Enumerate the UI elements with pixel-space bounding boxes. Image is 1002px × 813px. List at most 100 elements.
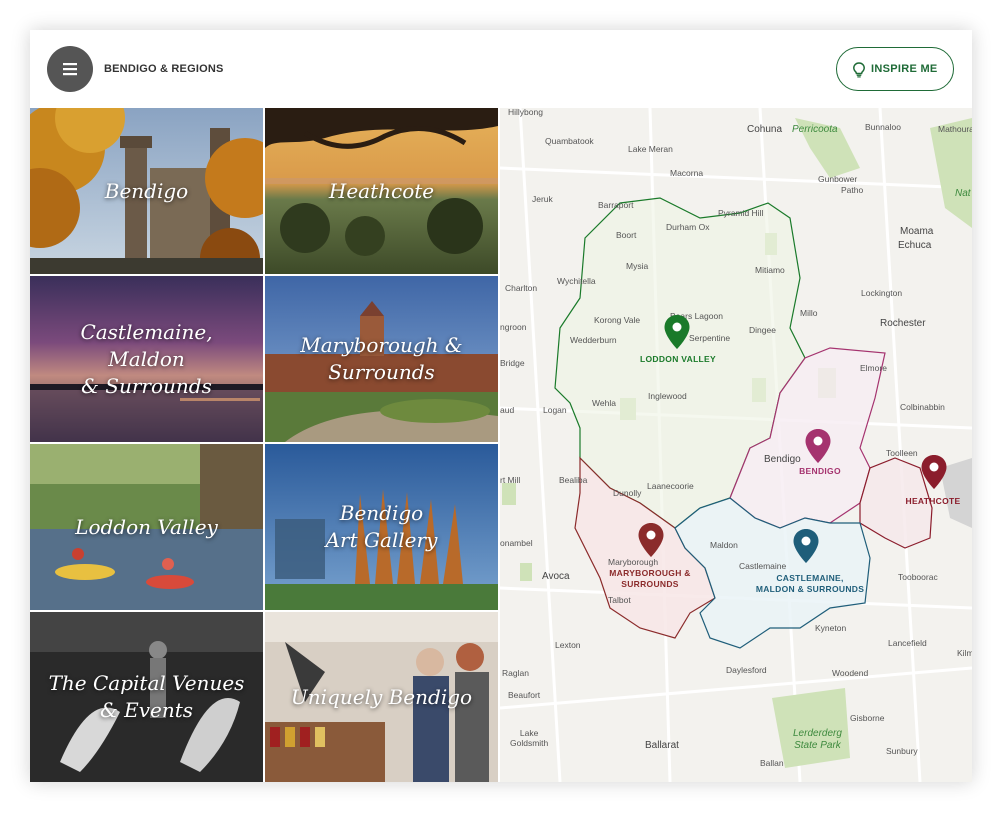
town-label: Daylesford: [726, 665, 767, 675]
hamburger-menu-icon: [63, 63, 77, 76]
town-label: Durham Ox: [666, 222, 710, 232]
town-label: Avoca: [542, 571, 570, 582]
town-label: Bealiba: [559, 475, 588, 485]
tile-maryborough[interactable]: Maryborough & Surrounds: [265, 276, 498, 442]
region-label-heathcote[interactable]: HEATHCOTE: [898, 496, 968, 507]
town-label: Castlemaine: [739, 561, 787, 571]
town-label: Kilm: [957, 648, 972, 658]
town-label: Quambatook: [545, 136, 594, 146]
map-pin-icon[interactable]: [637, 522, 665, 558]
tile-castlemaine[interactable]: Castlemaine, Maldon & Surrounds: [30, 276, 263, 442]
tile-art-gallery-label: Bendigo Art Gallery: [325, 501, 438, 552]
town-label: Talbot: [608, 595, 631, 605]
town-label: Laanecoorie: [647, 481, 694, 491]
town-label: Mysia: [626, 261, 649, 271]
town-label: Lexton: [555, 640, 581, 650]
town-label: Wehla: [592, 398, 616, 408]
town-label: Logan: [543, 405, 567, 415]
town-label: Woodend: [832, 668, 869, 678]
town-label: Dingee: [749, 325, 776, 335]
tile-art-gallery[interactable]: Bendigo Art Gallery: [265, 444, 498, 610]
tile-castlemaine-label: Castlemaine, Maldon & Surrounds: [80, 319, 213, 398]
map-pin-icon[interactable]: [663, 314, 691, 350]
town-label: Boort: [616, 230, 637, 240]
town-label: Dunolly: [613, 488, 642, 498]
town-label: Ballan: [760, 758, 784, 768]
park-label: Perricoota: [792, 124, 838, 135]
tile-uniquely-bendigo[interactable]: Uniquely Bendigo: [265, 612, 498, 782]
town-label: onambel: [500, 538, 533, 548]
town-label: Kyneton: [815, 623, 847, 633]
town-label: Raglan: [502, 668, 529, 678]
tile-capital-venues-label: The Capital Venues & Events: [48, 671, 245, 722]
menu-button[interactable]: [47, 46, 93, 92]
region-label-castlemaine[interactable]: CASTLEMAINE, MALDON & SURROUNDS: [746, 573, 874, 595]
town-label: Elmore: [860, 363, 887, 373]
town-label: Moama: [900, 226, 934, 237]
town-label: Jeruk: [532, 194, 553, 204]
town-label: Gisborne: [850, 713, 885, 723]
tile-heathcote-label: Heathcote: [328, 178, 435, 203]
town-label: Serpentine: [689, 333, 731, 343]
app-frame: BENDIGO & REGIONS INSPIRE ME Bendigo Hea…: [30, 30, 972, 782]
tile-heathcote[interactable]: Heathcote: [265, 108, 498, 274]
tile-bendigo[interactable]: Bendigo: [30, 108, 263, 274]
top-bar: BENDIGO & REGIONS INSPIRE ME: [30, 30, 972, 108]
town-label: Hillybong: [508, 108, 543, 117]
town-label: Mathoura: [938, 124, 972, 134]
town-label: Mitiamo: [755, 265, 785, 275]
town-label: Sunbury: [886, 746, 918, 756]
town-label: Korong Vale: [594, 315, 641, 325]
town-label: Barraport: [598, 200, 634, 210]
town-label: Gunbower: [818, 174, 858, 184]
tile-maryborough-label: Maryborough & Surrounds: [300, 333, 463, 384]
town-label: Colbinabbin: [900, 402, 945, 412]
tile-loddon-valley-label: Loddon Valley: [75, 514, 218, 539]
region-label-loddon-valley[interactable]: LODDON VALLEY: [636, 354, 720, 365]
tile-capital-venues[interactable]: The Capital Venues & Events: [30, 612, 263, 782]
town-label: Bunnaloo: [865, 122, 901, 132]
destination-tiles: Bendigo Heathcote Castlemaine, Maldon & …: [30, 108, 499, 782]
town-label: Macorna: [670, 168, 704, 178]
brand-title[interactable]: BENDIGO & REGIONS: [104, 63, 224, 75]
town-label: Beaufort: [508, 690, 541, 700]
town-label: Lancefield: [888, 638, 927, 648]
town-label: Patho: [841, 185, 864, 195]
region-label-maryborough[interactable]: MARYBOROUGH & SURROUNDS: [600, 568, 700, 590]
town-label: Pyramid Hill: [718, 208, 764, 218]
inspire-me-label: INSPIRE ME: [871, 63, 938, 75]
town-label: Maldon: [710, 540, 738, 550]
town-label: Inglewood: [648, 391, 687, 401]
town-label: Charlton: [505, 283, 538, 293]
town-label: Wychitella: [557, 276, 596, 286]
town-label: ngroon: [500, 322, 527, 332]
town-label: Bendigo: [764, 454, 801, 465]
town-label: Rochester: [880, 318, 926, 329]
town-label: Lake Goldsmith: [510, 728, 549, 748]
inspire-me-button[interactable]: INSPIRE ME: [836, 47, 954, 91]
region-label-bendigo[interactable]: BENDIGO: [790, 466, 850, 477]
map-pin-icon[interactable]: [792, 528, 820, 564]
tile-bendigo-label: Bendigo: [104, 178, 189, 203]
park-label: Lerderderg State Park: [793, 728, 842, 751]
town-label: Maryborough: [608, 557, 659, 567]
park-label: Nat: [955, 188, 971, 199]
town-label: Bridge: [500, 358, 525, 368]
town-label: Millo: [800, 308, 818, 318]
town-label: Lockington: [861, 288, 903, 298]
town-label: Toolleen: [886, 448, 918, 458]
map-pin-icon[interactable]: [920, 454, 948, 490]
town-label: Tooboorac: [898, 572, 938, 582]
town-label: Cohuna: [747, 124, 783, 135]
town-label: Echuca: [898, 240, 932, 251]
town-label: rt Mill: [500, 475, 521, 485]
town-label: Ballarat: [645, 740, 679, 751]
tile-loddon-valley[interactable]: Loddon Valley: [30, 444, 263, 610]
region-map[interactable]: Hillybong Quambatook Lake Meran Cohuna P…: [500, 108, 972, 782]
tile-uniquely-bendigo-label: Uniquely Bendigo: [290, 684, 473, 709]
map-pin-icon[interactable]: [804, 428, 832, 464]
town-label: Wedderburn: [570, 335, 617, 345]
town-label: aud: [500, 405, 515, 415]
town-label: Lake Meran: [628, 144, 673, 154]
lightbulb-icon: [853, 62, 865, 78]
